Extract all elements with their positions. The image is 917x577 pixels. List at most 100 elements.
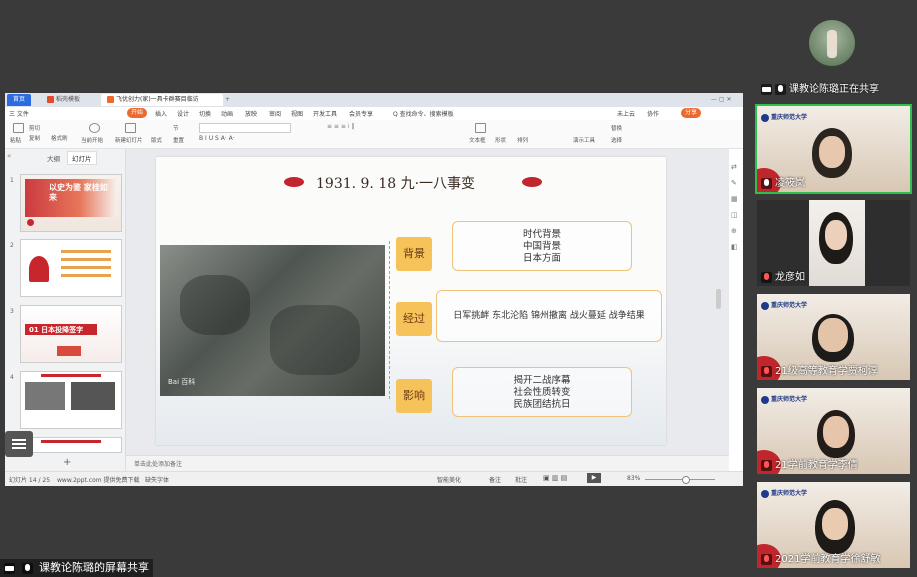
slide-thumbnail-1[interactable]: 以史为鉴 家桂如来 — [20, 174, 122, 232]
slide-thumbnail-2[interactable] — [20, 239, 122, 297]
status-bar: 幻灯片 14 / 25 www.2ppt.com 提供免费下载 缺失字体 智能美… — [5, 471, 743, 486]
search-command[interactable]: Q 查找命令、搜索模板 — [393, 109, 454, 118]
section-content-impact: 揭开二战序幕 社会性质转变 民族团结抗日 — [452, 367, 632, 417]
notes-placeholder: 单击此处添加备注 — [134, 461, 183, 468]
zoom-level: 83% — [627, 475, 641, 482]
source-site: www.2ppt.com 提供免费下载 — [57, 477, 140, 484]
view-mode-buttons[interactable]: ▣ ▥ ▤ — [543, 474, 567, 482]
paragraph-buttons[interactable]: ≡ ≡ ≡ ⁞ ‖ — [327, 123, 417, 131]
arrange-button[interactable]: 排列 — [517, 136, 528, 144]
format-painter-button[interactable]: 格式刷 — [51, 134, 68, 142]
font-family-select[interactable] — [199, 123, 291, 133]
notes-pane[interactable]: 单击此处添加备注 — [126, 455, 729, 471]
play-icon[interactable] — [89, 123, 100, 133]
reset-button[interactable]: 重置 — [173, 136, 184, 144]
from-current-button[interactable]: 当前开始 — [81, 136, 103, 144]
microphone-icon — [775, 83, 786, 95]
tab-home[interactable]: 首页 — [7, 94, 31, 106]
slide-thumbnail-4[interactable] — [20, 371, 122, 429]
window-controls[interactable]: — ▢ ✕ — [705, 94, 738, 106]
menu-design[interactable]: 设计 — [177, 109, 189, 118]
collapse-pane-icon[interactable]: « — [7, 152, 11, 160]
shape-button[interactable]: 形状 — [495, 136, 506, 144]
tab-slides[interactable]: 幻灯片 — [67, 151, 97, 165]
university-logo: 重庆师范大学 — [761, 488, 807, 498]
avatar — [809, 20, 855, 66]
ribbon-toolbar: 粘贴 剪切 复制 格式刷 当前开始 新建幻灯片 版式 节 重置 B I U S … — [5, 120, 743, 149]
paste-button[interactable]: 粘贴 — [10, 136, 21, 144]
zoom-slider[interactable] — [645, 479, 715, 480]
collaborate-button[interactable]: 协作 — [647, 109, 659, 118]
section-label-background: 背景 — [396, 237, 432, 271]
textbox-icon[interactable] — [475, 123, 486, 133]
vertical-scrollbar[interactable] — [716, 289, 721, 309]
slide-thumbnail-3[interactable]: 01 日本投降签字 — [20, 305, 122, 363]
section-label-process: 经过 — [396, 302, 432, 336]
menu-slideshow[interactable]: 放映 — [245, 109, 257, 118]
slide1-title: 以史为鉴 家桂如来 — [49, 183, 108, 202]
tab-document[interactable]: 飞优创力(家)一具卡群赛目临访 — [101, 94, 223, 106]
slide[interactable]: 1931. 9. 18 九·一八事变 Bai 百科 背景 时代背景 中国背景 日… — [156, 157, 666, 445]
participant-tile-4[interactable]: 重庆师范大学 21级高等教育学贾柯淳 — [757, 294, 910, 380]
add-slide-button[interactable]: + — [63, 457, 71, 468]
replace-button[interactable]: 替换 — [611, 124, 622, 132]
cloud-ornament-left — [284, 177, 304, 187]
slide-index: 幻灯片 14 / 25 — [9, 477, 51, 484]
menu-animation[interactable]: 动画 — [221, 109, 233, 118]
missing-font-button[interactable]: 缺失字体 — [145, 475, 169, 484]
microphone-muted-icon — [761, 553, 772, 565]
paste-icon[interactable] — [13, 123, 24, 133]
menu-insert[interactable]: 插入 — [155, 109, 167, 118]
menu-view[interactable]: 视图 — [291, 109, 303, 118]
presentation-tools-button[interactable]: 演示工具 — [573, 136, 595, 144]
participant-name: 凌筱岚 — [761, 174, 805, 189]
participant-tile-5[interactable]: 重庆师范大学 21学前教育学李倩 — [757, 388, 910, 474]
participant-name: 21学前教育学李倩 — [761, 456, 858, 471]
section-button[interactable]: 节 — [173, 124, 179, 132]
new-slide-button[interactable]: 新建幻灯片 — [115, 136, 143, 144]
participant-tile-sharer[interactable]: 课教论陈璐正在共享 — [757, 12, 910, 98]
photo-watermark: Bai 百科 — [168, 378, 196, 386]
textbox-button[interactable]: 文本框 — [469, 136, 486, 144]
annotate-toggle[interactable]: 批注 — [515, 475, 527, 484]
new-slide-icon[interactable] — [125, 123, 136, 133]
cloud-status[interactable]: 未上云 — [617, 109, 635, 118]
menu-file[interactable]: 三 文件 — [9, 109, 29, 118]
tab-bar: 首页 稻壳模板 飞优创力(家)一具卡群赛目临访 + — ▢ ✕ — [5, 93, 743, 107]
section-content-background: 时代背景 中国背景 日本方面 — [452, 221, 632, 271]
play-icon[interactable]: ▶ — [587, 473, 601, 483]
participant-name: 21级高等教育学贾柯淳 — [761, 362, 878, 377]
menu-member[interactable]: 会员专享 — [349, 109, 373, 118]
participant-name: 课教论陈璐正在共享 — [761, 80, 879, 95]
tab-outline[interactable]: 大纲 — [47, 153, 60, 163]
side-tools[interactable]: ⇄ ✎ ▦ ◫ ⊕ ◧ — [731, 159, 741, 259]
shared-screen: 首页 稻壳模板 飞优创力(家)一具卡群赛目临访 + — ▢ ✕ 三 文件 开始 … — [5, 93, 743, 486]
outline-list-icon[interactable] — [5, 431, 33, 457]
slide-thumbnail-5[interactable] — [20, 437, 122, 453]
menu-home[interactable]: 开始 — [127, 108, 148, 118]
new-tab-button[interactable]: + — [219, 94, 236, 106]
slide3-title: 01 日本投降签字 — [29, 326, 84, 334]
tab-docer[interactable]: 稻壳模板 — [41, 94, 101, 106]
font-format-buttons[interactable]: B I U S A· A· — [199, 135, 309, 143]
slide-thumbnail-pane: « 大纲 幻灯片 1 以史为鉴 家桂如来 2 3 01 日本投降签字 4 + — [5, 149, 126, 471]
select-button[interactable]: 选择 — [611, 136, 622, 144]
notes-toggle[interactable]: 备注 — [489, 475, 501, 484]
cut-button[interactable]: 剪切 — [29, 124, 40, 132]
participant-tile-2[interactable]: 重庆师范大学 凌筱岚 — [755, 104, 912, 194]
share-button[interactable]: 分享 — [681, 108, 702, 118]
microphone-icon — [761, 177, 772, 189]
copy-button[interactable]: 复制 — [29, 134, 40, 142]
screen-share-icon — [761, 83, 772, 95]
play-icon — [27, 219, 34, 226]
menu-review[interactable]: 审阅 — [269, 109, 281, 118]
microphone-icon — [21, 562, 33, 574]
smart-beautify-button[interactable]: 智能美化 — [437, 475, 461, 484]
menu-transition[interactable]: 切换 — [199, 109, 211, 118]
docer-icon — [47, 96, 54, 103]
layout-button[interactable]: 版式 — [151, 136, 162, 144]
participant-tile-3[interactable]: 龙彦如 — [757, 200, 910, 286]
zoom-slider-handle[interactable] — [682, 476, 690, 484]
menu-developer[interactable]: 开发工具 — [313, 109, 337, 118]
participant-tile-6[interactable]: 重庆师范大学 2021学前教育学徐舒敏 — [757, 482, 910, 568]
